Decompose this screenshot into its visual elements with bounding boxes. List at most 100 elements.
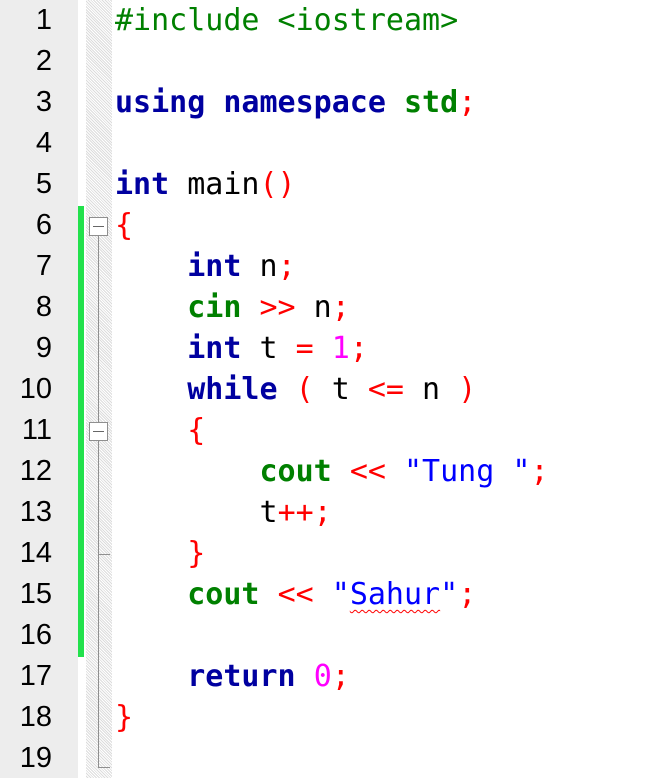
code-token: cin xyxy=(187,290,242,325)
code-line[interactable]: } xyxy=(115,533,205,574)
code-token: n xyxy=(404,372,459,407)
code-line[interactable]: int main() xyxy=(115,164,296,205)
line-number: 19 xyxy=(19,742,52,774)
line-number-gutter: 1 2 3 4 5 6 7 8 9 10 11 12 13 14 15 16 1… xyxy=(0,0,78,778)
line-number: 13 xyxy=(19,496,52,528)
line-number: 11 xyxy=(21,414,52,446)
code-token: cout xyxy=(259,454,332,489)
code-token: ; xyxy=(349,331,368,366)
line-number: 7 xyxy=(35,250,52,282)
code-token: int xyxy=(187,331,242,366)
code-line[interactable]: #include <iostream> xyxy=(115,0,458,41)
code-token: while xyxy=(187,372,278,407)
code-token: ; xyxy=(331,659,350,694)
code-token: () xyxy=(259,167,296,202)
line-number: 1 xyxy=(35,4,52,36)
code-token: } xyxy=(115,700,134,735)
code-token: int xyxy=(187,249,242,284)
code-token: << xyxy=(349,454,386,489)
fold-end-marker xyxy=(98,767,110,768)
code-token: cout xyxy=(187,577,260,612)
code-token: main xyxy=(169,167,260,202)
code-line[interactable]: using namespace std; xyxy=(115,82,476,123)
code-line[interactable]: cout << "Sahur"; xyxy=(115,574,476,615)
code-token: >> xyxy=(259,290,296,325)
line-number: 17 xyxy=(19,660,52,692)
code-token: ; xyxy=(277,249,296,284)
code-token: t xyxy=(313,372,368,407)
code-line[interactable]: return 0; xyxy=(115,656,350,697)
code-token: 0 xyxy=(313,659,332,694)
code-line[interactable]: t++; xyxy=(115,492,332,533)
code-token: return xyxy=(187,659,296,694)
code-line[interactable]: while ( t <= n ) xyxy=(115,369,476,410)
code-line[interactable]: int n; xyxy=(115,246,296,287)
fold-minus-icon[interactable] xyxy=(89,422,108,441)
code-token: { xyxy=(115,208,134,243)
line-number: 8 xyxy=(35,291,52,323)
code-editor[interactable]: 1 2 3 4 5 6 7 8 9 10 11 12 13 14 15 16 1… xyxy=(0,0,667,778)
code-token: namespace xyxy=(223,85,386,120)
code-token: ++; xyxy=(277,495,332,530)
code-token: using xyxy=(115,85,206,120)
code-token: = xyxy=(295,331,314,366)
line-number: 2 xyxy=(35,45,52,77)
line-number: 6 xyxy=(35,209,52,241)
code-line[interactable]: cout << "Tung "; xyxy=(115,451,549,492)
code-token: ; xyxy=(458,85,477,120)
code-line[interactable]: { xyxy=(115,205,133,246)
code-token: n xyxy=(295,290,332,325)
code-token: ; xyxy=(331,290,350,325)
code-token: << xyxy=(277,577,314,612)
code-line[interactable]: } xyxy=(115,697,133,738)
code-token: " xyxy=(331,577,350,612)
line-number: 15 xyxy=(19,578,52,610)
fold-minus-icon[interactable] xyxy=(89,217,108,236)
line-number: 3 xyxy=(35,86,52,118)
line-number: 10 xyxy=(19,373,52,405)
code-line[interactable]: int t = 1; xyxy=(115,328,368,369)
code-token: "Tung " xyxy=(404,454,531,489)
code-line[interactable]: cin >> n; xyxy=(115,287,350,328)
fold-end-marker xyxy=(98,554,110,555)
line-number: 4 xyxy=(35,127,52,159)
code-token: #include <iostream> xyxy=(115,3,459,38)
code-token: ; xyxy=(458,577,477,612)
code-line[interactable]: { xyxy=(115,410,205,451)
code-token: std xyxy=(404,85,459,120)
line-number: 16 xyxy=(19,619,52,651)
line-number: 18 xyxy=(19,701,52,733)
code-token: ) xyxy=(458,372,477,407)
code-token: " xyxy=(440,577,459,612)
code-token: n xyxy=(241,249,278,284)
code-token: ; xyxy=(530,454,549,489)
line-number: 14 xyxy=(19,537,52,569)
code-token: int xyxy=(115,167,170,202)
change-marker xyxy=(78,206,84,657)
code-token: t xyxy=(241,331,296,366)
line-number: 9 xyxy=(35,332,52,364)
code-token: ( xyxy=(295,372,314,407)
code-token: } xyxy=(187,536,206,571)
line-number: 12 xyxy=(19,455,52,487)
code-token: { xyxy=(187,413,206,448)
